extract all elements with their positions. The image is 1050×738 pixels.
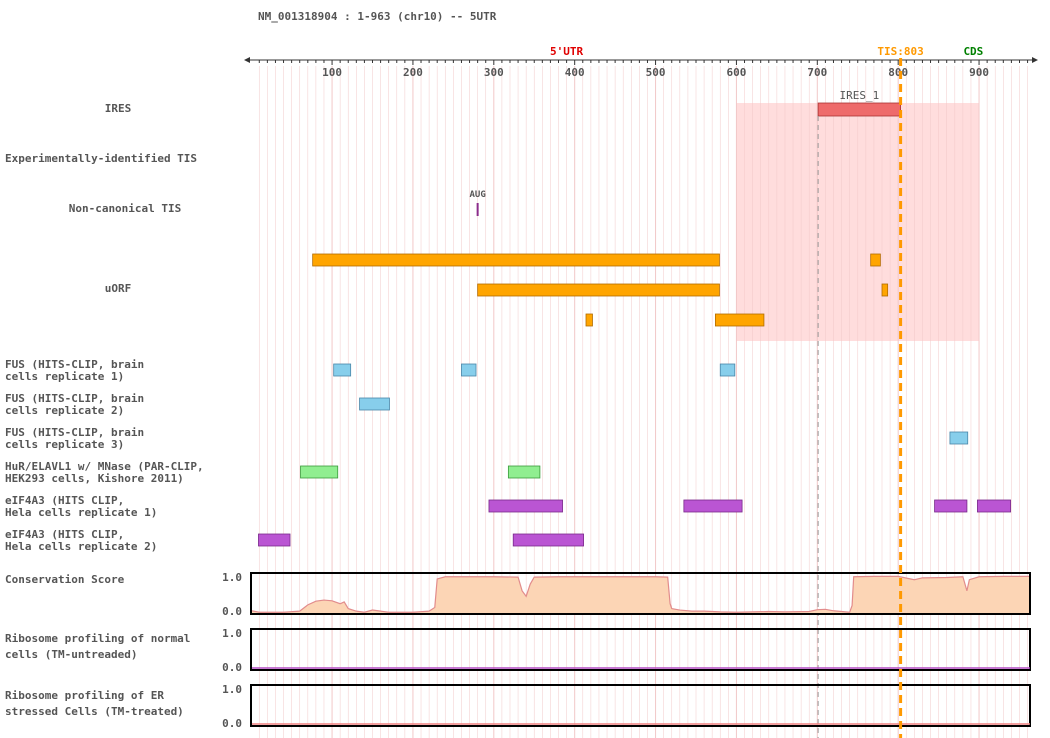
fus1-feature	[461, 363, 477, 377]
axis-tick-label: 200	[403, 66, 423, 79]
region-label: 5'UTR	[550, 45, 583, 58]
ribo-er-panel-ymin: 0.0	[222, 717, 242, 730]
conservation-panel-ymin: 0.0	[222, 605, 242, 618]
fus1-feature	[333, 363, 352, 377]
sequence-viewer: NM_001318904 : 1-963 (chr10) -- 5UTR 100…	[0, 0, 1050, 738]
track-label-ires: IRES	[0, 103, 262, 115]
eif4a3_2-feature	[512, 533, 584, 547]
track-label-fus2: FUS (HITS-CLIP, brain cells replicate 2)	[5, 392, 145, 417]
noncanonical-tis-label: AUG	[470, 190, 486, 200]
track-label-uorf: uORF	[0, 283, 236, 295]
uorf-feature	[312, 253, 720, 267]
ribo-normal-panel-ymax: 1.0	[222, 627, 242, 640]
axis-tick-label: 700	[807, 66, 827, 79]
axis-tick-label: 600	[726, 66, 746, 79]
eif4a3_1-feature	[488, 499, 563, 513]
track-label-exp-tis: Experimentally-identified TIS	[5, 152, 198, 165]
track-label-ribo-er: Ribosome profiling of ER stressed Cells …	[5, 689, 184, 718]
uorf-feature	[870, 253, 881, 267]
ribo-normal-panel-ymin: 0.0	[222, 661, 242, 674]
uorf-feature	[477, 283, 720, 297]
ribo-er-panel-ymax: 1.0	[222, 683, 242, 696]
fus2-feature	[359, 397, 390, 411]
hur-feature	[507, 465, 541, 479]
ires-feature	[817, 102, 902, 117]
ribo-normal-panel-frame	[250, 628, 1031, 671]
axis-tick-label: 400	[565, 66, 585, 79]
track-label-fus3: FUS (HITS-CLIP, brain cells replicate 3)	[5, 426, 145, 451]
fus3-feature	[949, 431, 969, 445]
track-label-hur: HuR/ELAVL1 w/ MNase (PAR-CLIP, HEK293 ce…	[5, 460, 204, 485]
uorf-feature	[715, 313, 765, 327]
axis-arrow-right	[1032, 57, 1038, 63]
uorf-feature	[881, 283, 889, 297]
conservation-panel-ymax: 1.0	[222, 571, 242, 584]
track-label-eif4a3-2: eIF4A3 (HITS CLIP, Hela cells replicate …	[5, 528, 158, 553]
axis-tick-label: 900	[969, 66, 989, 79]
ires-feature-label: IRES_1	[839, 89, 879, 102]
axis-tick-label: 100	[322, 66, 342, 79]
axis-tick-label: 500	[646, 66, 666, 79]
axis-tick-label: 800	[888, 66, 908, 79]
region-label: CDS	[963, 45, 983, 58]
label-text: uORF	[104, 282, 132, 295]
track-label-fus1: FUS (HITS-CLIP, brain cells replicate 1)	[5, 358, 145, 383]
region-label: TIS:803	[877, 45, 923, 58]
eif4a3_2-feature	[258, 533, 291, 547]
eif4a3_1-feature	[934, 499, 968, 513]
ribo-er-panel-frame	[250, 684, 1031, 727]
track-label-eif4a3-1: eIF4A3 (HITS CLIP, Hela cells replicate …	[5, 494, 158, 519]
track-label-conservation: Conservation Score	[5, 573, 125, 586]
conservation-area	[252, 576, 1030, 613]
track-label-noncanonical-tis: Non-canonical TIS	[0, 203, 250, 215]
axis-arrow-left	[244, 57, 250, 63]
fus1-feature	[719, 363, 736, 377]
hur-feature	[300, 465, 339, 479]
axis-tick-label: 300	[484, 66, 504, 79]
uorf-feature	[585, 313, 593, 327]
eif4a3_1-feature	[683, 499, 743, 513]
label-text: IRES	[104, 102, 132, 115]
eif4a3_1-feature	[977, 499, 1011, 513]
track-label-ribo-normal: Ribosome profiling of normal cells (TM-u…	[5, 632, 191, 661]
label-text: Non-canonical TIS	[68, 202, 182, 215]
